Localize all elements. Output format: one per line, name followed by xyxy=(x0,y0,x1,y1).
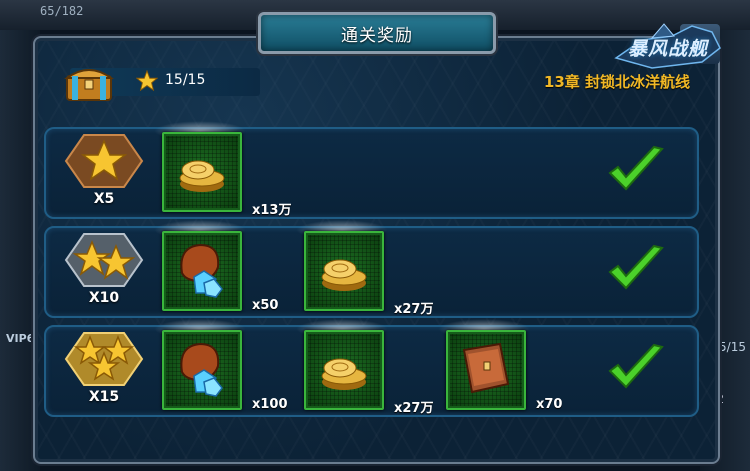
reward-slot[interactable] xyxy=(162,330,242,410)
reward-slot[interactable] xyxy=(162,231,242,311)
claimed-checkmark-icon xyxy=(608,343,664,389)
background-hp-text: 65/182 xyxy=(40,4,84,18)
treasure-chest-icon xyxy=(64,69,114,101)
two-star-badge-icon xyxy=(64,233,144,287)
reward-quantity: x27万 xyxy=(394,302,434,317)
reward-row-tier-2: X10 x50 x27万 xyxy=(44,220,699,318)
claimed-checkmark-icon xyxy=(608,244,664,290)
reward-row-tier-1: X5 x13万 xyxy=(44,121,699,219)
reward-quantity: x100 xyxy=(252,397,288,412)
chapter-title: 13章 封锁北冰洋航线 xyxy=(543,73,690,91)
tier-label: X10 xyxy=(88,290,120,306)
background-vip-label: VIP6 xyxy=(6,332,35,345)
reward-slot[interactable] xyxy=(304,231,384,311)
reward-slot[interactable] xyxy=(446,330,526,410)
reward-quantity: x13万 xyxy=(252,203,292,218)
three-star-badge-icon xyxy=(64,332,144,386)
book-icon xyxy=(462,342,510,394)
dialog-title: 通关奖励 xyxy=(341,25,413,46)
gold-coins-icon xyxy=(321,259,367,291)
reward-row-tier-3: X15 x100 x27万 x70 xyxy=(44,319,699,417)
tier-label: X5 xyxy=(93,191,115,207)
star-progress: 15/15 xyxy=(165,72,206,88)
dialog-title-plate: 通关奖励 xyxy=(258,12,496,54)
reward-quantity: x27万 xyxy=(394,401,434,416)
gold-coins-icon xyxy=(321,358,367,390)
reward-quantity: x70 xyxy=(536,397,563,412)
crystal-pouch-icon xyxy=(180,243,223,298)
claimed-checkmark-icon xyxy=(608,145,664,191)
reward-slot[interactable] xyxy=(162,132,242,212)
one-star-badge-icon xyxy=(64,134,144,188)
background-page-text: 5/15 xyxy=(719,340,746,354)
dialog-header: 15/15 13章 封锁北冰洋航线 xyxy=(50,56,700,106)
reward-quantity: x50 xyxy=(252,298,279,313)
gold-coins-icon xyxy=(179,160,225,192)
crystal-pouch-icon xyxy=(180,342,223,397)
reward-slot[interactable] xyxy=(304,330,384,410)
star-icon xyxy=(136,70,158,92)
tier-label: X15 xyxy=(88,389,120,405)
